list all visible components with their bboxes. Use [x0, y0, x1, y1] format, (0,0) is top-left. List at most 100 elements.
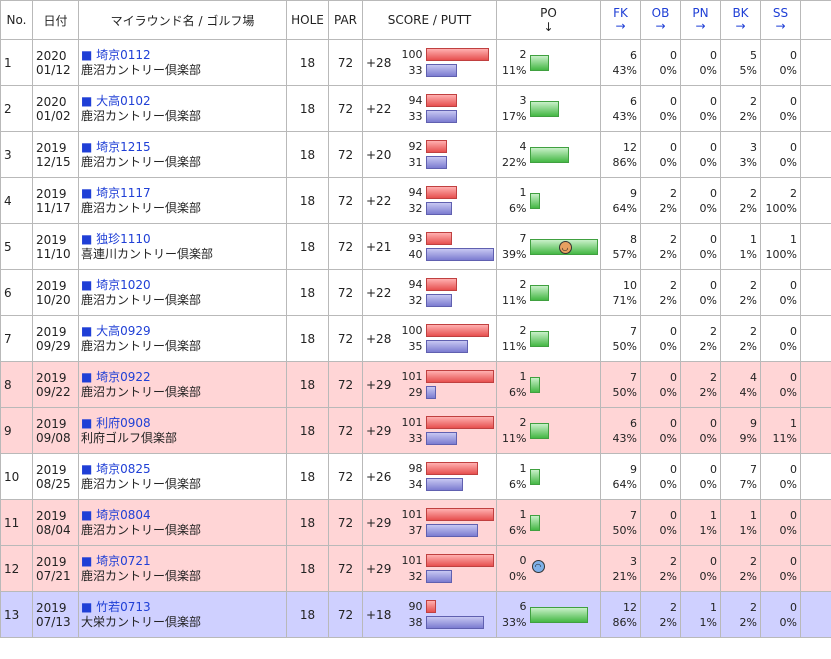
ss-count: 0 — [790, 370, 797, 384]
ob-count: 2 — [670, 554, 677, 568]
header-po[interactable]: PO ↓ — [496, 0, 601, 40]
bk-stat: 1 1% — [720, 223, 761, 270]
par-value: 72 — [328, 407, 363, 454]
fk-count: 7 — [630, 324, 637, 338]
round-name-link[interactable]: ■ 埼京1117 — [81, 186, 286, 201]
sort-right-arrow[interactable]: → — [601, 20, 640, 33]
pn-count: 0 — [710, 554, 717, 568]
ob-count: 0 — [670, 508, 677, 522]
header-fk[interactable]: FK → — [600, 0, 641, 40]
table-row[interactable]: 7 2019 09/29 ■ 大高0929 鹿沼カントリー倶楽部 18 72 +28… — [0, 315, 831, 362]
round-name-link[interactable]: ■ 埼京0804 — [81, 508, 286, 523]
pn-count: 0 — [710, 186, 717, 200]
hole-count: 18 — [286, 315, 329, 362]
round-year: 2019 — [36, 232, 67, 247]
sort-right-arrow[interactable]: → — [641, 20, 680, 33]
po-bar — [529, 422, 549, 439]
row-number: 1 — [0, 39, 33, 86]
extra-cell — [800, 131, 831, 178]
ob-percent: 0% — [659, 431, 677, 445]
ss-percent: 0% — [779, 477, 797, 491]
table-row[interactable]: 9 2019 09/08 ■ 利府0908 利府ゴルフ倶楽部 18 72 +29 1… — [0, 407, 831, 454]
putt-bar — [425, 340, 468, 353]
po-percent: 33% — [502, 615, 527, 629]
par-value: 72 — [328, 223, 363, 270]
table-row[interactable]: 13 2019 07/13 ■ 竹若0713 大栄カントリー倶楽部 18 72 +1… — [0, 591, 831, 638]
po-count: 6 — [519, 599, 527, 613]
table-row[interactable]: 4 2019 11/17 ■ 埼京1117 鹿沼カントリー倶楽部 18 72 +22… — [0, 177, 831, 224]
round-name-link[interactable]: ■ 竹若0713 — [81, 600, 286, 615]
score-bar — [425, 508, 494, 521]
score-putt-values: 100 33 — [398, 39, 425, 86]
round-year: 2019 — [36, 416, 67, 431]
table-row[interactable]: 12 2019 07/21 ■ 埼京0721 鹿沼カントリー倶楽部 18 72 +2… — [0, 545, 831, 592]
fk-stat: 7 50% — [600, 315, 641, 362]
round-name-link[interactable]: ■ 埼京0112 — [81, 48, 286, 63]
pn-count: 2 — [710, 324, 717, 338]
round-month-day: 07/21 — [36, 568, 71, 583]
row-number: 10 — [0, 453, 33, 500]
bk-stat: 9 9% — [720, 407, 761, 454]
score-value: 101 — [401, 369, 423, 383]
score-bar — [425, 554, 494, 567]
table-row[interactable]: 1 2020 01/12 ■ 埼京0112 鹿沼カントリー倶楽部 18 72 +28… — [0, 39, 831, 86]
score-putt-values: 98 34 — [398, 453, 425, 500]
score-over-par: +26 — [362, 453, 399, 500]
fk-percent: 86% — [612, 615, 637, 629]
fk-percent: 86% — [612, 155, 637, 169]
table-row[interactable]: 2 2020 01/02 ■ 大高0102 鹿沼カントリー倶楽部 18 72 +22… — [0, 85, 831, 132]
bk-percent: 1% — [739, 523, 757, 537]
po-bar — [529, 54, 549, 71]
table-row[interactable]: 6 2019 10/20 ■ 埼京1020 鹿沼カントリー倶楽部 18 72 +22… — [0, 269, 831, 316]
hole-count: 18 — [286, 131, 329, 178]
extra-cell — [800, 85, 831, 132]
table-row[interactable]: 3 2019 12/15 ■ 埼京1215 鹿沼カントリー倶楽部 18 72 +20… — [0, 131, 831, 178]
table-row[interactable]: 11 2019 08/04 ■ 埼京0804 鹿沼カントリー倶楽部 18 72 +2… — [0, 499, 831, 546]
round-name-link[interactable]: ■ 利府0908 — [81, 416, 286, 431]
score-bar — [425, 140, 447, 153]
fk-percent: 43% — [612, 431, 637, 445]
bk-count: 1 — [750, 508, 757, 522]
table-row[interactable]: 8 2019 09/22 ■ 埼京0922 鹿沼カントリー倶楽部 18 72 +29… — [0, 361, 831, 408]
round-name-link[interactable]: ■ 大高0102 — [81, 94, 286, 109]
round-cell: ■ 独珍1110 喜連川カントリー倶楽部 — [78, 223, 287, 270]
score-value: 90 — [408, 599, 423, 613]
sort-right-arrow[interactable]: → — [681, 20, 720, 33]
round-name-link[interactable]: ■ 大高0929 — [81, 324, 286, 339]
pn-stat: 0 0% — [680, 39, 721, 86]
bk-count: 4 — [750, 370, 757, 384]
ob-count: 0 — [670, 370, 677, 384]
ob-stat: 0 0% — [640, 131, 681, 178]
round-name-link[interactable]: ■ 埼京1020 — [81, 278, 286, 293]
fk-stat: 7 50% — [600, 499, 641, 546]
po-bar-cell — [528, 453, 601, 500]
course-name: 大栄カントリー倶楽部 — [81, 614, 202, 629]
putt-bar — [425, 616, 484, 629]
po-count: 3 — [519, 93, 527, 107]
round-name-link[interactable]: ■ 埼京1215 — [81, 140, 286, 155]
bk-percent: 4% — [739, 385, 757, 399]
sort-right-arrow[interactable]: → — [721, 20, 760, 33]
score-putt-bars — [424, 407, 497, 454]
pn-percent: 0% — [699, 293, 717, 307]
round-name-link[interactable]: ■ 埼京0825 — [81, 462, 286, 477]
table-row[interactable]: 5 2019 11/10 ■ 独珍1110 喜連川カントリー倶楽部 18 72 +2… — [0, 223, 831, 270]
ob-percent: 2% — [659, 615, 677, 629]
round-name-link[interactable]: ■ 埼京0721 — [81, 554, 286, 569]
score-value: 101 — [401, 507, 423, 521]
header-bk[interactable]: BK → — [720, 0, 761, 40]
po-percent: 6% — [509, 201, 527, 215]
round-date: 2019 09/08 — [32, 407, 79, 454]
round-cell: ■ 埼京0721 鹿沼カントリー倶楽部 — [78, 545, 287, 592]
round-name-link[interactable]: ■ 埼京0922 — [81, 370, 286, 385]
header-ob[interactable]: OB → — [640, 0, 681, 40]
round-name-link[interactable]: ■ 独珍1110 — [81, 232, 286, 247]
round-cell: ■ 埼京0112 鹿沼カントリー倶楽部 — [78, 39, 287, 86]
header-ss[interactable]: SS → — [760, 0, 801, 40]
score-putt-values: 94 32 — [398, 177, 425, 224]
hole-count: 18 — [286, 177, 329, 224]
ss-percent: 0% — [779, 63, 797, 77]
sort-right-arrow[interactable]: → — [761, 20, 800, 33]
header-pn[interactable]: PN → — [680, 0, 721, 40]
table-row[interactable]: 10 2019 08/25 ■ 埼京0825 鹿沼カントリー倶楽部 18 72 +2… — [0, 453, 831, 500]
